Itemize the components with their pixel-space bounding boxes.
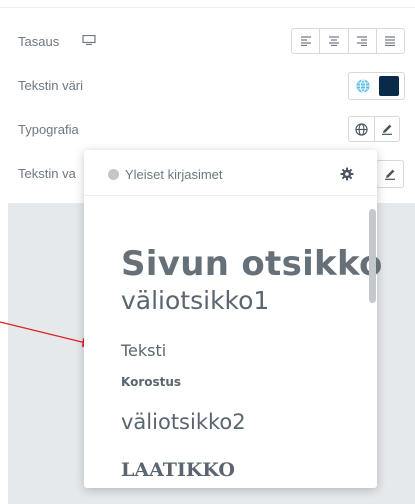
panel-top-divider: [0, 0, 415, 8]
global-fonts-title: Yleiset kirjasimet: [125, 167, 223, 182]
font-item-box[interactable]: LAATIKKO: [121, 459, 235, 481]
info-icon: [108, 169, 119, 180]
align-right-icon: [357, 36, 368, 46]
text-color-control: Tekstin väri: [0, 70, 415, 102]
font-item-subheading-1[interactable]: väliotsikko1: [121, 286, 269, 315]
global-typography-button[interactable]: [348, 116, 374, 142]
typography-label: Typografia: [18, 122, 79, 137]
pencil-icon: [385, 169, 395, 180]
typography-control: Typografia: [0, 114, 415, 146]
font-list-scrollbar[interactable]: [369, 209, 376, 303]
pencil-icon: [382, 124, 392, 135]
alignment-label: Tasaus: [18, 34, 60, 49]
align-center-icon: [328, 36, 339, 46]
align-justify-icon: [385, 36, 396, 46]
text-stroke-label: Tekstin va: [18, 166, 76, 181]
font-item-accent[interactable]: Korostus: [121, 375, 181, 389]
monitor-icon[interactable]: [82, 35, 96, 45]
align-justify-button[interactable]: [377, 29, 404, 53]
align-right-button[interactable]: [349, 29, 377, 53]
globe-icon: [355, 122, 368, 136]
align-center-button[interactable]: [320, 29, 349, 53]
edit-text-stroke-button[interactable]: [376, 160, 404, 188]
global-fonts-header: Yleiset kirjasimet: [84, 150, 377, 196]
gear-icon[interactable]: [340, 167, 354, 181]
edit-typography-button[interactable]: [374, 116, 400, 142]
color-swatch[interactable]: [379, 76, 399, 96]
alignment-button-group: [291, 28, 405, 54]
font-item-body-text[interactable]: Teksti: [121, 341, 166, 360]
align-left-icon: [300, 36, 311, 46]
align-left-button[interactable]: [292, 29, 321, 53]
global-fonts-dropdown: Yleiset kirjasimet: [84, 150, 377, 488]
global-color-button[interactable]: [353, 76, 373, 96]
font-item-subheading-2[interactable]: väliotsikko2: [121, 410, 246, 434]
font-item-page-title[interactable]: Sivun otsikko: [121, 244, 383, 284]
style-panel: Tasaus Tekstin väri Typografia Tekstin v…: [0, 0, 415, 504]
alignment-control: Tasaus: [0, 24, 415, 56]
text-color-label: Tekstin väri: [18, 78, 84, 93]
globe-icon: [356, 79, 370, 93]
color-picker: [348, 72, 405, 100]
